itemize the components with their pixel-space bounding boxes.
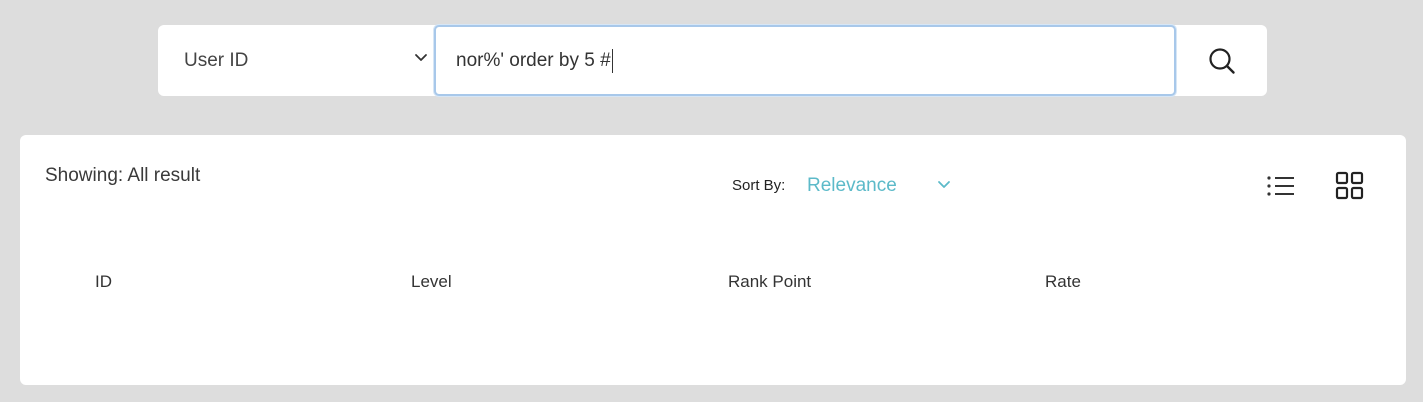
search-input-value: nor%' order by 5 # — [456, 49, 611, 71]
column-header-level: Level — [411, 272, 452, 291]
sort-by-label: Sort By: — [732, 177, 786, 194]
sort-select[interactable]: Relevance — [807, 173, 957, 199]
search-icon — [1208, 47, 1235, 74]
results-panel: Showing: All result Sort By: Relevance I… — [20, 135, 1406, 385]
search-input[interactable]: nor%' order by 5 # — [434, 25, 1176, 96]
search-type-value: User ID — [184, 49, 249, 71]
column-header-id: ID — [95, 272, 112, 291]
chevron-down-icon — [938, 181, 950, 188]
showing-label: Showing: All result — [45, 165, 201, 186]
list-view-icon[interactable] — [1266, 172, 1296, 200]
search-button[interactable] — [1176, 25, 1267, 96]
column-header-rank-point: Rank Point — [728, 272, 812, 291]
sort-value: Relevance — [807, 175, 897, 196]
chevron-down-icon — [415, 54, 427, 61]
search-bar: User ID nor%' order by 5 # — [158, 25, 1267, 96]
text-caret — [611, 48, 613, 73]
search-type-select[interactable]: User ID — [158, 25, 434, 96]
grid-view-icon[interactable] — [1335, 171, 1365, 201]
column-header-rate: Rate — [1045, 272, 1081, 291]
